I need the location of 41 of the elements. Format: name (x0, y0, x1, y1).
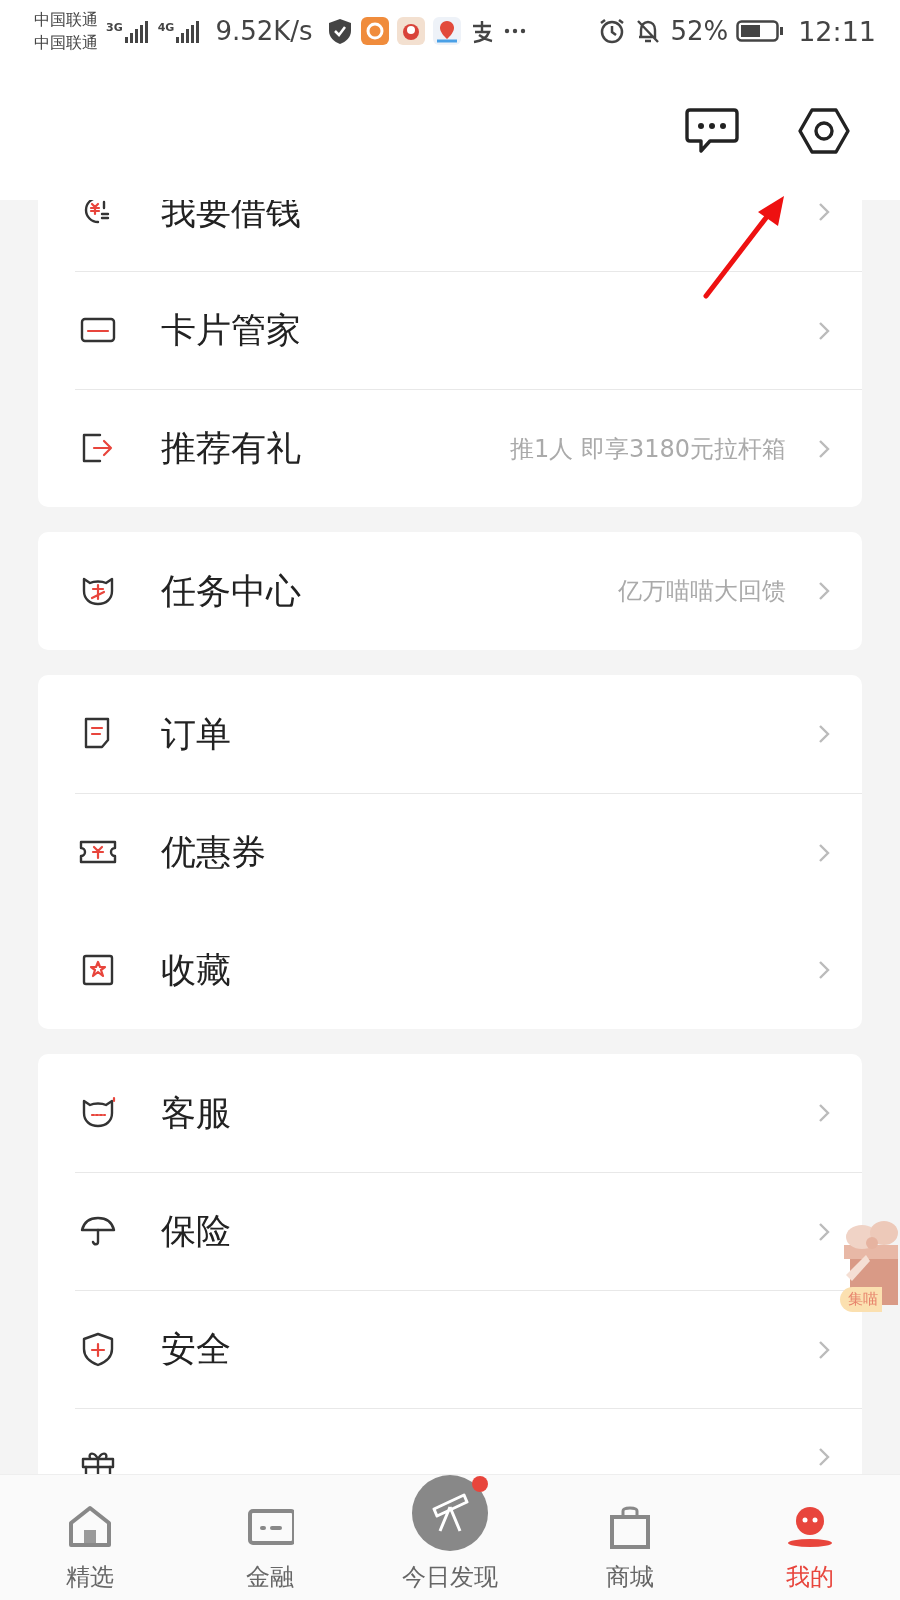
menu-item[interactable]: 客服 (38, 1054, 862, 1172)
tab[interactable]: 精选 (0, 1475, 180, 1600)
chevron-right-icon (818, 960, 830, 980)
menu-item[interactable]: 任务中心 亿万喵喵大回馈 (38, 532, 862, 650)
menu-item[interactable]: 卡片管家 (75, 271, 862, 389)
chevron-right-icon (818, 1221, 830, 1242)
app-icon (360, 17, 389, 45)
battery-icon (736, 19, 785, 43)
chevron-right-icon (818, 581, 830, 601)
chevron-right-icon (818, 1103, 830, 1123)
map-pin-icon (432, 17, 461, 45)
network-type: 4G (157, 21, 175, 34)
chevron-right-icon (818, 438, 830, 459)
tab[interactable]: 我的 (720, 1475, 900, 1600)
menu-item[interactable]: 收藏 (38, 911, 862, 1029)
app-icon (396, 17, 425, 45)
chevron-right-icon (818, 842, 830, 863)
network-speed: 9.52K/s (215, 16, 313, 46)
menu-item[interactable]: 订单 (38, 675, 862, 793)
settings-icon[interactable] (796, 106, 852, 156)
chevron-right-icon (818, 1339, 830, 1360)
signal-icon (123, 19, 150, 43)
signal-icon (175, 19, 202, 43)
item-hint: 推1人 即享3180元拉杆箱 (510, 433, 786, 465)
item-hint: 亿万喵喵大回馈 (618, 576, 786, 607)
chevron-right-icon (818, 320, 830, 341)
network-type: 3G (106, 21, 123, 34)
tab[interactable]: 商城 (540, 1475, 720, 1600)
clock-time: 12:11 (798, 15, 876, 47)
more-icon (502, 27, 527, 35)
menu-item[interactable]: 推荐有礼 推1人 即享3180元拉杆箱 (75, 389, 862, 507)
chevron-right-icon (818, 724, 830, 744)
carrier-name: 中国联通 (34, 32, 98, 54)
tab[interactable]: 今日发现 (360, 1475, 540, 1600)
battery-percent: 52% (670, 16, 729, 46)
tab[interactable]: 金融 (180, 1475, 360, 1600)
carrier-name: 中国联通 (34, 9, 98, 31)
chat-bubble-icon[interactable] (684, 106, 740, 156)
shield-check-icon (326, 17, 353, 45)
chevron-right-icon (818, 202, 830, 222)
chevron-right-icon (818, 1447, 830, 1467)
